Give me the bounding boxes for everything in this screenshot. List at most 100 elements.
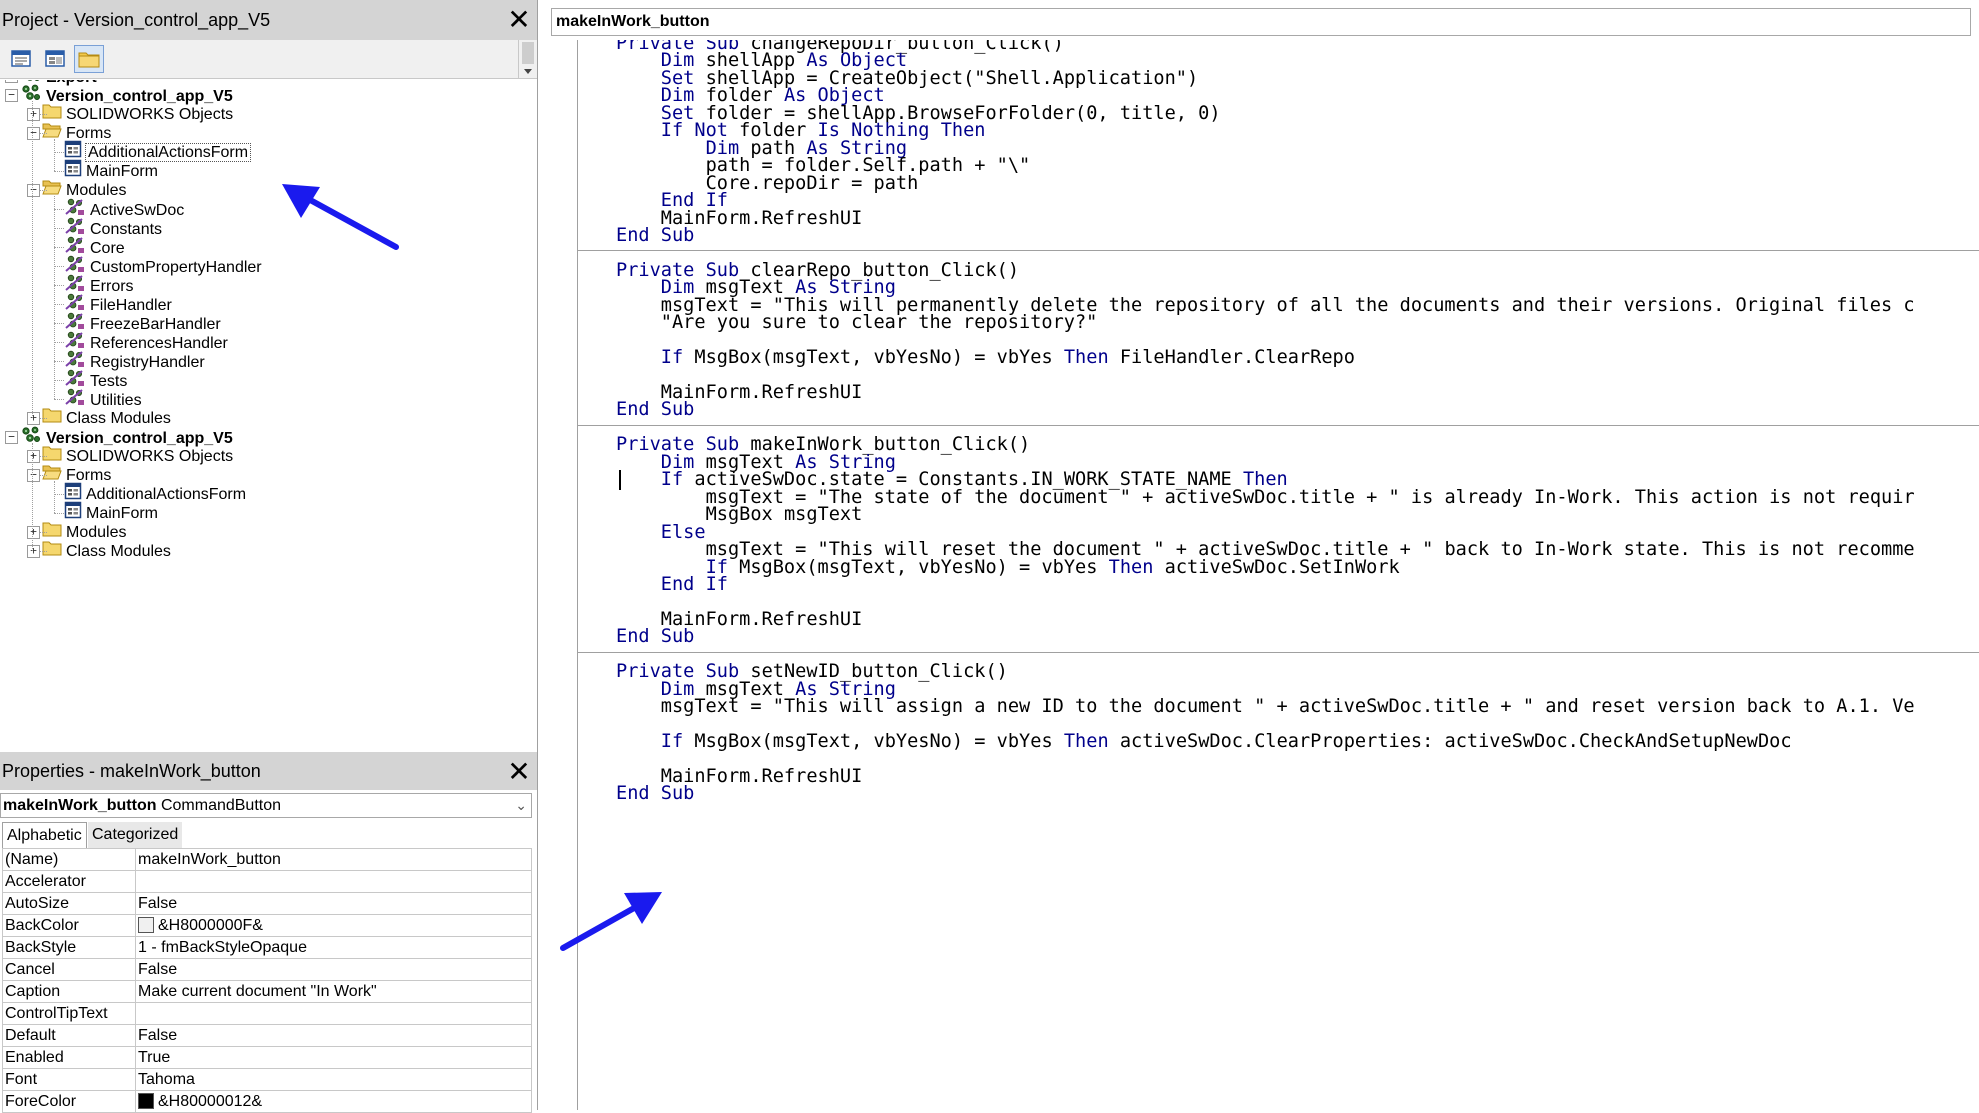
property-value[interactable]: &H80000012& [136,1091,532,1113]
text-caret [619,470,621,490]
property-grid: (Name)makeInWork_buttonAcceleratorAutoSi… [2,848,532,1113]
code-keyword: Then [1064,347,1109,368]
property-value-text: 1 - fmBackStyleOpaque [138,939,307,956]
view-code-icon[interactable] [6,45,36,73]
property-row[interactable]: EnabledTrue [3,1047,532,1069]
code-keyword: Sub [661,225,695,246]
expand-icon[interactable]: + [27,412,40,425]
properties-panel-close-icon[interactable]: ✕ [505,758,533,786]
object-selector-dropdown[interactable]: makeInWork_button CommandButton ⌄ [0,793,532,818]
property-value[interactable]: True [136,1047,532,1069]
tree-guide-line [54,342,64,343]
property-value[interactable] [136,871,532,893]
code-line: If MsgBox(msgText, vbYesNo) = vbYes Then… [616,557,1400,579]
tree-guide-line [54,399,64,400]
property-value[interactable]: False [136,893,532,915]
property-name: Enabled [3,1047,136,1069]
collapse-icon[interactable]: − [5,89,18,102]
tree-item-label: Class Modules [66,543,171,560]
property-row[interactable]: ControlTipText [3,1003,532,1025]
procedure-dropdown[interactable]: makeInWork_button [551,8,1971,36]
expand-icon[interactable]: + [27,545,40,558]
code-keyword: End [661,574,695,595]
tree-item[interactable]: Class Modules [42,539,171,563]
code-line: End Sub [616,783,694,805]
expand-icon[interactable]: + [27,526,40,539]
property-name: AutoSize [3,893,136,915]
properties-panel: Properties - makeInWork_button ✕ makeInW… [0,752,538,1110]
color-swatch [138,1093,154,1109]
code-line: End Sub [616,626,694,648]
property-row[interactable]: FontTahoma [3,1069,532,1091]
property-value[interactable]: &H8000000F& [136,915,532,937]
tree-guide-line [54,247,64,248]
tree-guide-line [40,551,47,552]
procedure-separator [578,652,1979,653]
procedure-separator [578,250,1979,251]
tree-scrollbar[interactable] [518,40,537,78]
code-keyword: Sub [661,626,695,647]
tree-guide-line [54,228,64,229]
code-line: If MsgBox(msgText, vbYesNo) = vbYes Then… [616,347,1355,369]
tab-alphabetic[interactable]: Alphabetic [2,822,87,848]
tree-guide-line [54,304,64,305]
expand-icon[interactable]: + [27,108,40,121]
collapse-icon[interactable]: − [5,431,18,444]
property-value[interactable]: 1 - fmBackStyleOpaque [136,937,532,959]
property-row[interactable]: (Name)makeInWork_button [3,849,532,871]
property-value-text: &H8000000F& [158,917,263,934]
property-value-text: Make current document "In Work" [138,983,377,1000]
property-row[interactable]: AutoSizeFalse [3,893,532,915]
expand-icon[interactable]: + [27,450,40,463]
property-value[interactable] [136,1003,532,1025]
property-row[interactable]: Accelerator [3,871,532,893]
code-window: makeInWork_button Private Sub changeRepo… [545,0,1979,1110]
tab-categorized[interactable]: Categorized [88,822,182,848]
collapse-icon[interactable]: − [27,127,40,140]
property-row[interactable]: BackColor&H8000000F& [3,915,532,937]
tree-guide-line [40,190,47,191]
tree-guide-line [54,494,64,495]
property-value-text: False [138,895,177,912]
tree-guide-line [40,475,47,476]
collapse-icon[interactable]: − [27,469,40,482]
code-line: "Are you sure to clear the repository?" [616,312,1097,334]
expand-icon[interactable]: + [5,80,18,83]
property-row[interactable]: CancelFalse [3,959,532,981]
tree-guide-line [54,285,64,286]
code-keyword: If [661,731,683,752]
code-keyword: If [706,574,728,595]
color-swatch [138,917,154,933]
tree-guide-line [54,323,64,324]
tree-guide-line [40,133,47,134]
tree-guide-line [54,380,64,381]
property-row[interactable]: BackStyle1 - fmBackStyleOpaque [3,937,532,959]
property-row[interactable]: CaptionMake current document "In Work" [3,981,532,1003]
tree-guide-line [54,196,55,399]
property-row[interactable]: DefaultFalse [3,1025,532,1047]
toggle-folders-icon[interactable] [74,45,104,73]
properties-panel-title: Properties - makeInWork_button [0,752,537,790]
property-name: Font [3,1069,136,1091]
object-type: CommandButton [161,797,281,814]
property-value[interactable]: False [136,959,532,981]
property-value-text: Tahoma [138,1071,195,1088]
tree-guide-line [54,361,64,362]
object-name: makeInWork_button [3,797,157,814]
property-value[interactable]: False [136,1025,532,1047]
tree-guide-line [54,481,55,513]
code-editor[interactable]: Private Sub changeRepoDir_button_Click()… [578,40,1979,1110]
code-line: msgText = "This will assign a new ID to … [616,696,1915,718]
tree-guide-line [40,532,47,533]
property-value[interactable]: Make current document "In Work" [136,981,532,1003]
code-keyword: Sub [661,783,695,804]
property-value[interactable]: Tahoma [136,1069,532,1091]
property-name: BackColor [3,915,136,937]
view-object-icon[interactable] [40,45,70,73]
collapse-icon[interactable]: − [27,184,40,197]
folder-open-icon [42,121,62,147]
property-value[interactable]: makeInWork_button [136,849,532,871]
project-panel-close-icon[interactable]: ✕ [505,6,533,34]
project-explorer-panel: Project - Version_control_app_V5 ✕ Expor… [0,0,538,752]
property-row[interactable]: ForeColor&H80000012& [3,1091,532,1113]
